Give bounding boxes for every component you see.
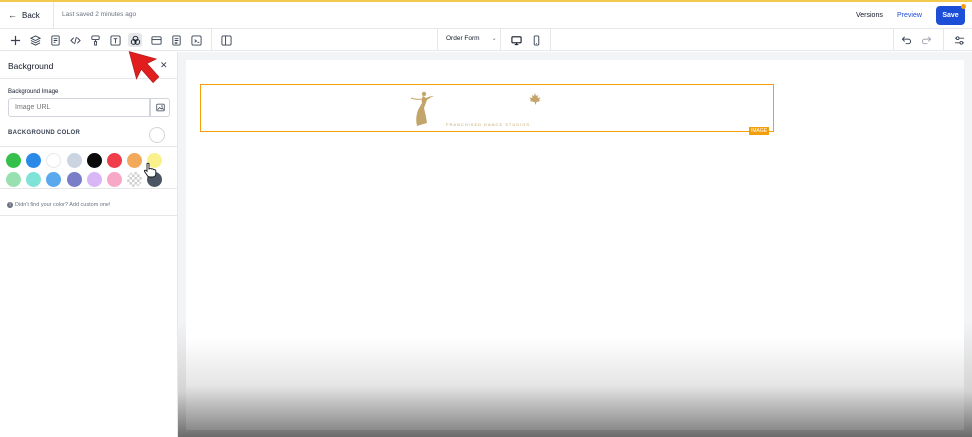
image-element[interactable]: FRANCHISED DANCE STUDIOS· IMAGE	[200, 84, 774, 135]
divider	[53, 2, 54, 29]
hint-text: Didn't find your color? Add custom one!	[15, 202, 111, 208]
custom-color-hint[interactable]: i Didn't find your color? Add custom one…	[7, 202, 111, 208]
divider	[893, 29, 894, 50]
image-picker-button[interactable]	[150, 98, 170, 117]
color-swatch[interactable]	[66, 153, 82, 168]
versions-button[interactable]: Versions	[856, 12, 883, 19]
back-button[interactable]: ← Back	[8, 10, 40, 20]
color-swatch[interactable]	[26, 172, 42, 187]
unsaved-indicator	[961, 4, 966, 9]
color-swatch[interactable]	[46, 172, 62, 187]
paint-roller-icon[interactable]	[88, 33, 102, 47]
undo-icon[interactable]	[899, 33, 913, 47]
desktop-icon[interactable]	[509, 33, 523, 47]
code-icon[interactable]	[68, 33, 82, 47]
background-panel: Background ✕ Background Image BACKGROUND…	[0, 52, 178, 437]
element-type-badge: IMAGE	[749, 127, 770, 135]
preview-button[interactable]: Preview	[897, 12, 922, 19]
color-swatch[interactable]	[127, 153, 143, 168]
page-canvas: FRANCHISED DANCE STUDIOS· IMAGE	[186, 60, 964, 430]
redo-icon[interactable]	[919, 33, 933, 47]
divider	[500, 29, 501, 50]
canvas-area: FRANCHISED DANCE STUDIOS· IMAGE	[178, 52, 972, 437]
layers-icon[interactable]	[28, 33, 42, 47]
color-swatch[interactable]	[107, 153, 122, 168]
custom-code-icon[interactable]	[189, 33, 203, 47]
color-swatch[interactable]	[66, 172, 82, 187]
brand-tagline: FRANCHISED DANCE STUDIOS·	[446, 122, 533, 127]
form-select-value: Order Form	[446, 35, 480, 42]
image-icon	[155, 103, 165, 112]
color-swatch[interactable]	[6, 153, 21, 168]
save-button[interactable]: Save	[936, 6, 965, 25]
dancer-logo	[410, 91, 434, 126]
divider	[437, 29, 438, 50]
arrow-left-icon: ←	[8, 10, 17, 20]
back-label: Back	[22, 10, 40, 20]
background-image-label: Background Image	[8, 89, 59, 95]
color-swatch[interactable]	[86, 172, 102, 187]
chevron-down-icon: ⌄	[491, 36, 497, 42]
maple-leaf-icon	[529, 93, 541, 105]
color-swatch[interactable]	[6, 172, 21, 187]
panel-title: Background	[8, 61, 54, 71]
pages-icon[interactable]	[48, 33, 62, 47]
form-icon[interactable]	[169, 33, 183, 47]
color-swatch[interactable]	[107, 172, 122, 187]
color-swatch[interactable]	[127, 172, 143, 187]
mobile-icon[interactable]	[529, 33, 543, 47]
divider	[943, 29, 944, 50]
color-swatch[interactable]	[46, 153, 62, 168]
color-swatch[interactable]	[86, 153, 102, 168]
image-url-input[interactable]	[8, 98, 150, 117]
color-swatch[interactable]	[26, 153, 42, 168]
last-saved-status: Last saved 2 minutes ago	[62, 11, 137, 18]
background-color-label: BACKGROUND COLOR	[8, 130, 81, 136]
top-bar: ← Back Last saved 2 minutes ago Versions…	[0, 0, 972, 29]
settings-icon[interactable]	[952, 33, 966, 47]
columns-icon[interactable]	[219, 33, 233, 47]
text-icon[interactable]	[108, 33, 122, 47]
divider	[211, 29, 212, 50]
form-select[interactable]: Order Form ⌄	[446, 35, 497, 42]
annotation-arrow-icon	[128, 51, 160, 84]
plus-icon[interactable]	[8, 33, 22, 47]
current-color-preview[interactable]	[149, 127, 165, 143]
divider	[0, 215, 178, 216]
info-icon: i	[7, 202, 13, 208]
hand-cursor-icon	[143, 162, 157, 178]
divider	[550, 29, 551, 50]
